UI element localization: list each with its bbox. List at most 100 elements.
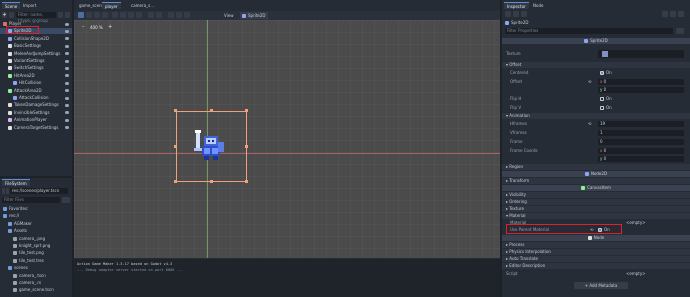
visibility-eye-icon[interactable]	[65, 103, 69, 107]
move-tool-icon[interactable]	[86, 12, 92, 18]
filesystem-item[interactable]: camera_.png	[0, 236, 72, 242]
filesystem-item[interactable]: game_scene.tscn	[0, 287, 72, 293]
group-icon[interactable]	[176, 12, 182, 18]
section-ordering[interactable]: ▸ Ordering	[502, 199, 690, 205]
flip-h-checkbox[interactable]	[600, 97, 604, 101]
add-node-button[interactable]: +	[2, 12, 7, 18]
scene-tree-item[interactable]: SwitchSettings	[0, 65, 72, 71]
menu-icon[interactable]	[65, 12, 70, 18]
tab-inspector[interactable]: Inspector	[504, 2, 529, 9]
visibility-eye-icon[interactable]	[65, 126, 69, 130]
filesystem-item[interactable]: Assets	[0, 228, 72, 234]
tab-filesystem[interactable]: FileSystem	[2, 179, 30, 186]
section-region[interactable]: ▸ Region	[502, 164, 690, 170]
handle-bc[interactable]	[210, 180, 213, 183]
visibility-eye-icon[interactable]	[65, 37, 69, 41]
section-physics-interpolation[interactable]: ▸ Physics Interpolation	[502, 249, 690, 255]
section-transform[interactable]: ▸ Transform	[502, 178, 690, 184]
filter-options-icon[interactable]	[58, 12, 63, 18]
back-icon[interactable]	[2, 188, 5, 194]
bone-icon[interactable]	[184, 12, 190, 18]
ruler-tool-icon[interactable]	[136, 12, 142, 18]
history-back-icon[interactable]	[662, 11, 668, 17]
scene-tree-item[interactable]: AttackArea2D	[0, 88, 72, 94]
section-process[interactable]: ▸ Process	[502, 242, 690, 248]
filesystem-item[interactable]: knight_sprt.png	[0, 243, 72, 249]
pan-tool-icon[interactable]	[128, 12, 134, 18]
filter-properties-input[interactable]: Filter Properties	[505, 28, 673, 34]
visibility-eye-icon[interactable]	[65, 118, 69, 122]
filesystem-item[interactable]: res://	[0, 213, 72, 219]
zoom-out-button[interactable]: –	[82, 25, 87, 30]
visibility-eye-icon[interactable]	[65, 66, 69, 70]
lock-icon[interactable]	[168, 12, 174, 18]
viewport[interactable]: – 400 % +	[74, 20, 500, 258]
section-animation[interactable]: ▾ Animation	[502, 113, 690, 119]
history-forward-icon[interactable]	[670, 11, 676, 17]
hframes-field[interactable]: 19	[598, 121, 684, 127]
flip-v-checkbox[interactable]	[600, 106, 604, 110]
texture-field[interactable]	[598, 50, 684, 58]
filesystem-item[interactable]: tile_test.png	[0, 250, 72, 256]
centered-checkbox[interactable]	[600, 71, 604, 75]
visibility-eye-icon[interactable]	[65, 96, 69, 100]
visibility-eye-icon[interactable]	[65, 81, 69, 85]
open-resource-icon[interactable]	[513, 11, 519, 17]
offset-reset-icon[interactable]: ⟲	[588, 79, 591, 84]
filesystem-item[interactable]: scenes	[0, 265, 72, 271]
link-icon[interactable]	[9, 12, 14, 18]
filesystem-item[interactable]: camera_.rs	[0, 280, 72, 286]
filesystem-item[interactable]: tile_test.tres	[0, 258, 72, 264]
scene-filter-input[interactable]: Filter: name, t:type, g:group	[16, 12, 56, 23]
vframes-field[interactable]: 1	[598, 130, 684, 136]
inspector-options-icon[interactable]	[676, 28, 684, 34]
view-menu[interactable]: View	[224, 12, 234, 19]
visibility-eye-icon[interactable]	[65, 44, 69, 48]
scene-tree-item[interactable]: TakenDamageSettings	[0, 102, 72, 108]
add-metadata-button[interactable]: + Add Metadata	[574, 282, 628, 289]
section-auto-translate[interactable]: ▸ Auto Translate	[502, 256, 690, 262]
section-editor-description[interactable]: ▸ Editor Description	[502, 263, 690, 269]
scene-tree-item[interactable]: InvincibleSettings	[0, 110, 72, 116]
filesystem-filter-input[interactable]: Filter Files	[2, 197, 60, 203]
frame-field[interactable]: 0	[598, 139, 684, 145]
filesystem-path[interactable]: res://scenes/player.tscn	[10, 188, 68, 194]
rotate-tool-icon[interactable]	[94, 12, 100, 18]
offset-x-field[interactable]: x 0	[598, 79, 684, 85]
scale-tool-icon[interactable]	[102, 12, 108, 18]
frame-coords-x-field[interactable]: x 0	[598, 148, 684, 154]
handle-tr[interactable]	[245, 109, 248, 112]
visibility-eye-icon[interactable]	[65, 89, 69, 93]
handle-br[interactable]	[245, 180, 248, 183]
script-value[interactable]: <empty>	[626, 271, 646, 277]
scene-tab[interactable]: player	[102, 2, 121, 9]
visibility-eye-icon[interactable]	[65, 52, 69, 56]
scene-tree-item[interactable]: CollisionShape2D	[0, 36, 72, 42]
forward-icon[interactable]	[6, 188, 9, 194]
selected-node-indicator[interactable]: Sprite2D	[240, 12, 268, 19]
save-resource-icon[interactable]	[521, 11, 527, 17]
grid-icon[interactable]	[156, 12, 162, 18]
handle-ml[interactable]	[174, 145, 177, 148]
handle-tc[interactable]	[210, 109, 213, 112]
section-offset[interactable]: ▾ Offset	[502, 62, 690, 68]
list-select-icon[interactable]	[112, 12, 118, 18]
scene-tree-item[interactable]: AttackCollision	[0, 95, 72, 101]
snap-icon[interactable]	[148, 12, 154, 18]
filesystem-item[interactable]: AGMaker	[0, 221, 72, 227]
visibility-eye-icon[interactable]	[65, 29, 69, 33]
filesystem-item[interactable]: Favorites:	[0, 206, 72, 212]
section-material[interactable]: ▾ Material	[502, 213, 690, 219]
filesystem-options-icon[interactable]	[62, 197, 70, 203]
scene-tree-item[interactable]: AnimationPlayer	[0, 117, 72, 123]
knight-sprite[interactable]	[192, 126, 228, 166]
pivot-tool-icon[interactable]	[120, 12, 126, 18]
material-value[interactable]: <empty>	[626, 220, 646, 226]
zoom-in-button[interactable]: +	[108, 25, 113, 30]
tab-node[interactable]: Node	[530, 2, 546, 9]
section-texture[interactable]: ▸ Texture	[502, 206, 690, 212]
zoom-level[interactable]: 400 %	[90, 25, 103, 30]
scene-tree-item[interactable]: VariantSettings	[0, 58, 72, 64]
scene-tree-item[interactable]: BasicSettings	[0, 43, 72, 49]
select-tool-icon[interactable]	[78, 12, 84, 18]
